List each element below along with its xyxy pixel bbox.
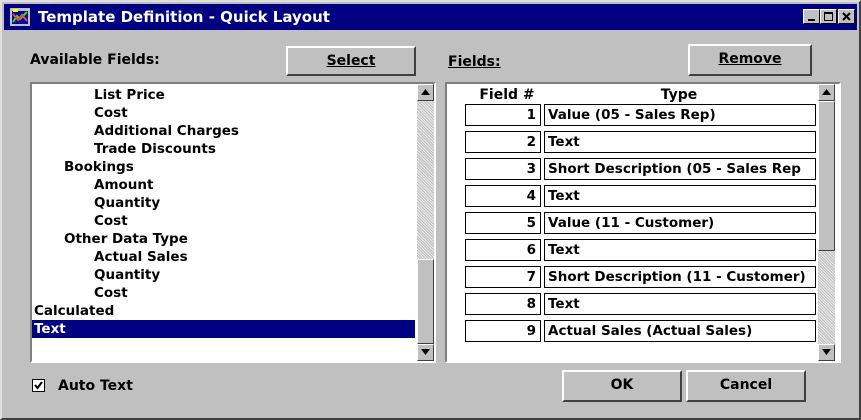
column-header-type: Type <box>660 87 698 103</box>
auto-text-checkbox[interactable] <box>32 379 45 392</box>
tree-item[interactable]: Cost <box>94 212 128 230</box>
close-icon <box>842 12 851 21</box>
field-type-cell[interactable]: Text <box>544 293 816 315</box>
scroll-down-arrow-icon <box>421 349 430 355</box>
tree-item[interactable]: Cost <box>94 284 128 302</box>
field-num-cell[interactable]: 7 <box>465 266 541 288</box>
tree-item[interactable]: Actual Sales <box>94 248 188 266</box>
title-bar[interactable]: Template Definition - Quick Layout <box>4 4 857 30</box>
field-num-cell[interactable]: 1 <box>465 104 541 126</box>
fields-scrollbar[interactable] <box>818 84 835 361</box>
field-num-cell[interactable]: 9 <box>465 320 541 342</box>
window-title: Template Definition - Quick Layout <box>38 8 330 26</box>
app-icon[interactable] <box>10 8 30 26</box>
field-num-cell[interactable]: 4 <box>465 185 541 207</box>
select-button[interactable]: Select <box>286 46 416 76</box>
auto-text-label-text: Auto Text <box>58 378 133 394</box>
tree-item[interactable]: Calculated <box>34 302 114 320</box>
minimize-button[interactable] <box>803 9 820 24</box>
remove-button[interactable]: Remove <box>688 44 812 76</box>
tree-item[interactable]: List Price <box>94 86 165 104</box>
tree-item[interactable]: Quantity <box>94 194 160 212</box>
tree-item[interactable]: Cost <box>94 104 128 122</box>
scroll-up-arrow-icon <box>822 89 831 95</box>
fields-scroll-thumb[interactable] <box>818 101 835 251</box>
field-num-cell[interactable]: 6 <box>465 239 541 261</box>
select-button-label: Select <box>326 53 376 69</box>
fields-grid[interactable]: Field # Type 1 Value (05 - Sales Rep) 2 Tex… <box>445 82 841 363</box>
tree-item[interactable]: Bookings <box>64 158 134 176</box>
tree-item[interactable]: Text <box>32 320 415 338</box>
field-type-cell[interactable]: Text <box>544 185 816 207</box>
ok-button-label: OK <box>610 377 634 393</box>
scroll-down-button[interactable] <box>417 344 434 361</box>
field-type-cell[interactable]: Short Description (11 - Customer) <box>544 266 816 288</box>
maximize-button[interactable] <box>820 9 837 24</box>
field-type-cell[interactable]: Text <box>544 239 816 261</box>
fields-label: Fields: <box>448 54 501 70</box>
field-num-cell[interactable]: 3 <box>465 158 541 180</box>
scroll-down-arrow-icon <box>822 349 831 355</box>
remove-button-label: Remove <box>718 51 782 67</box>
minimize-icon <box>808 19 815 21</box>
ok-button[interactable]: OK <box>562 370 682 402</box>
field-type-cell[interactable]: Value (11 - Customer) <box>544 212 816 234</box>
dialog-window: Template Definition - Quick Layout Avail… <box>0 0 861 420</box>
auto-text-label[interactable]: Auto Text <box>58 378 133 394</box>
field-type-cell[interactable]: Actual Sales (Actual Sales) <box>544 320 816 342</box>
field-num-cell[interactable]: 5 <box>465 212 541 234</box>
available-fields-tree[interactable]: List Price Cost Additional Charges Trade Di… <box>30 82 436 363</box>
cancel-button-label: Cancel <box>719 377 773 393</box>
field-num-cell[interactable]: 8 <box>465 293 541 315</box>
fields-scroll-down-button[interactable] <box>818 344 835 361</box>
field-type-cell[interactable]: Text <box>544 131 816 153</box>
field-num-cell[interactable]: 2 <box>465 131 541 153</box>
cancel-button[interactable]: Cancel <box>686 370 806 402</box>
tree-item[interactable]: Quantity <box>94 266 160 284</box>
available-fields-label: Available Fields: <box>30 52 160 68</box>
close-button[interactable] <box>838 9 855 24</box>
field-type-cell[interactable]: Value (05 - Sales Rep) <box>544 104 816 126</box>
scroll-up-button[interactable] <box>417 84 434 101</box>
tree-item[interactable]: Additional Charges <box>94 122 239 140</box>
tree-item[interactable]: Amount <box>94 176 153 194</box>
maximize-icon <box>824 12 833 21</box>
column-header-field-num: Field # <box>479 87 535 103</box>
field-type-cell[interactable]: Short Description (05 - Sales Rep <box>544 158 816 180</box>
tree-item[interactable]: Other Data Type <box>64 230 188 248</box>
checkmark-icon <box>34 381 43 390</box>
tree-item[interactable]: Trade Discounts <box>94 140 216 158</box>
fields-label-text: Fields: <box>448 54 501 70</box>
fields-scroll-up-button[interactable] <box>818 84 835 101</box>
scroll-thumb[interactable] <box>417 259 434 344</box>
available-fields-scrollbar[interactable] <box>417 84 434 361</box>
scroll-up-arrow-icon <box>421 89 430 95</box>
